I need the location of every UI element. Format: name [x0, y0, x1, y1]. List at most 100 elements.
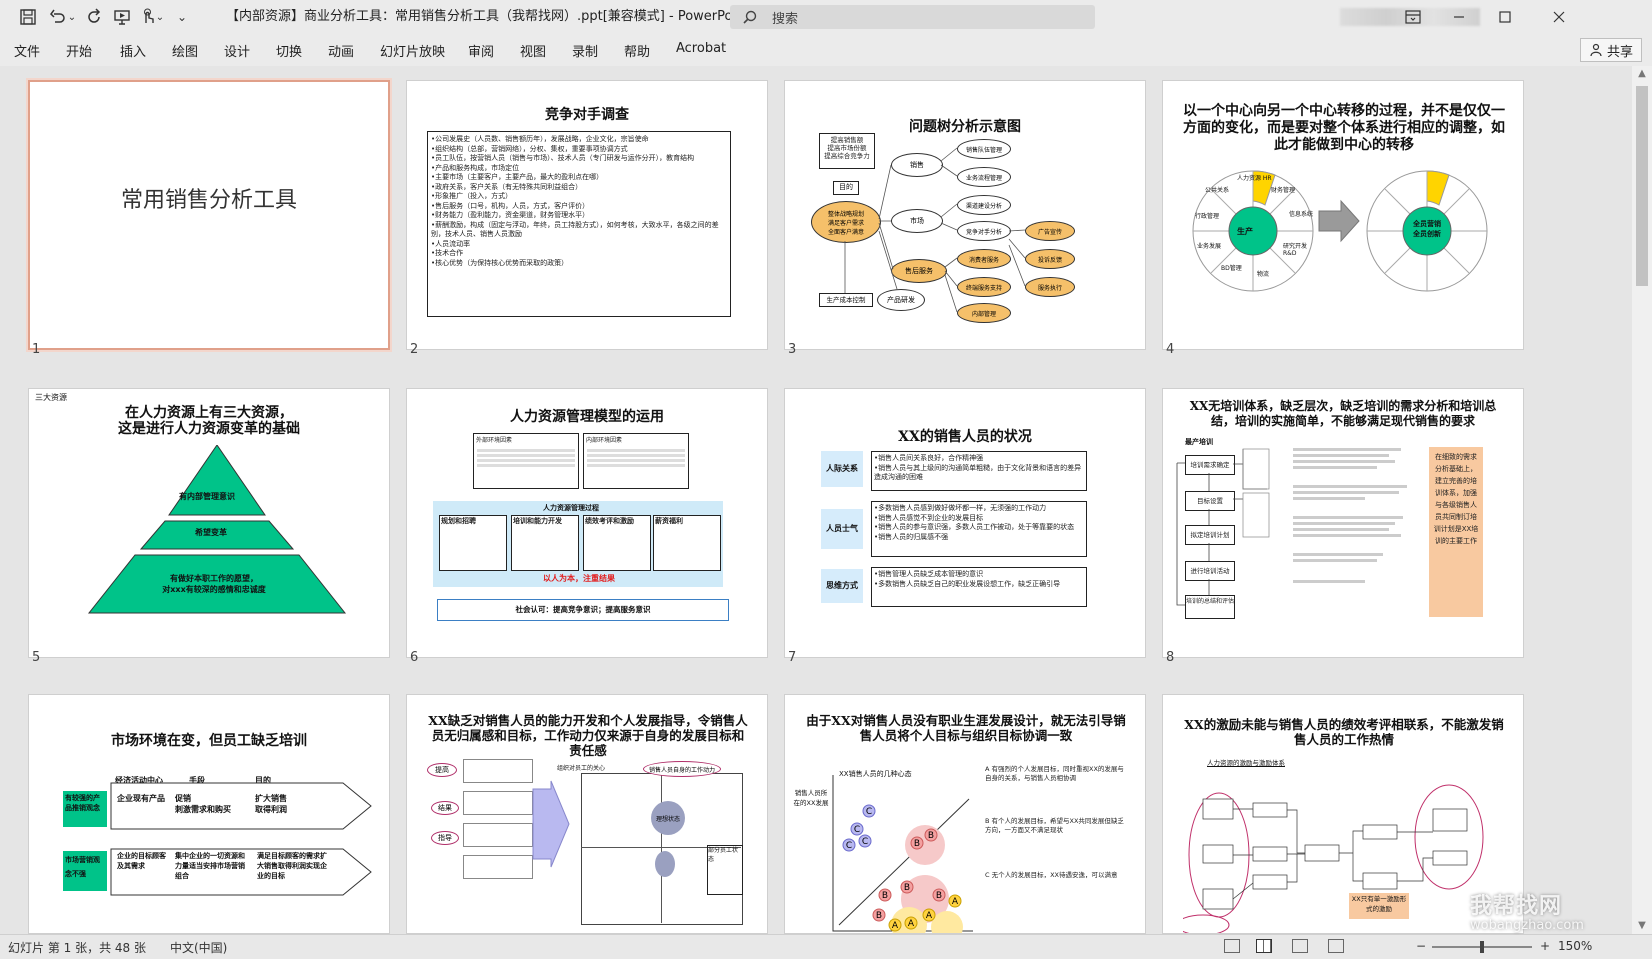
zoom-in-icon[interactable]: + — [1540, 939, 1550, 953]
tab-home[interactable]: 开始 — [66, 41, 92, 60]
tab-review[interactable]: 审阅 — [468, 41, 494, 60]
tab-animations[interactable]: 动画 — [328, 41, 354, 60]
slide-6-slogan: 以人为本，注重结果 — [543, 574, 615, 583]
slide-2-line: •主要市场（主要客户，主要产品，最大的盈利点在哪） — [431, 173, 604, 181]
minimize-icon[interactable] — [1436, 0, 1482, 34]
slide-9-r2: 满足目标顾客的需求扩大销售取得利润实现企业的目标 — [257, 852, 327, 880]
watermark-logo: 我帮找网 wobangzhao.com — [1470, 888, 1630, 938]
ribbon-display-options-icon[interactable] — [1390, 0, 1436, 34]
language-indicator[interactable]: 中文(中国) — [170, 939, 227, 956]
slide-number-5: 5 — [32, 650, 41, 665]
slide-thumbnail-2[interactable]: 竞争对手调查 •公司发展史（人员数、销售额历年），发展战略，企业文化，宗旨使命 … — [406, 80, 768, 350]
slide-9-r1: 企业现有产品 — [117, 794, 165, 803]
touch-dropdown-icon[interactable]: ⌄ — [154, 0, 166, 34]
customize-toolbar-icon[interactable]: ⌄ — [172, 0, 192, 34]
tab-design[interactable]: 设计 — [224, 41, 250, 60]
tab-record[interactable]: 录制 — [572, 41, 598, 60]
slide-9-tag-1: 有较强的产品推销观念 — [63, 791, 107, 827]
slide-11-note-a: A 有强烈的个人发展目标，同时重视XX的发展与自身的关系，与销售人员相协调 — [985, 765, 1124, 782]
watermark-brand: 我帮找网 — [1470, 894, 1563, 919]
slide-12-title: XX的激励未能与销售人员的绩效考评相联系，不能激发销售人员的工作热情 — [1184, 717, 1504, 747]
slide-10-part-bubble — [655, 851, 675, 877]
slide-thumbnail-11[interactable]: 由于XX对销售人员没有职业生涯发展设计，就无法引导销售人员将个人目标与组织目标协… — [784, 694, 1146, 934]
slide-thumbnail-5[interactable]: 三大资源 在人力资源上有三大资源， 这是进行人力资源变革的基础 有内部管理意识 … — [28, 388, 390, 658]
zoom-level[interactable]: 150% — [1558, 939, 1592, 953]
zoom-out-icon[interactable]: − — [1416, 939, 1426, 953]
maximize-icon[interactable] — [1482, 0, 1528, 34]
scroll-down-icon[interactable]: ▼ — [1632, 918, 1652, 934]
share-button[interactable]: 共享 — [1579, 38, 1642, 62]
slide-9-r2: 企业的目标顾客及其需求 — [117, 852, 166, 870]
close-icon[interactable] — [1536, 0, 1582, 34]
slide-6-bottom-box: 社会认可：提高竞争意识；提高服务意识 — [437, 599, 729, 621]
slide-thumbnail-8[interactable]: XX无培训体系，缺乏层次，缺乏培训的需求分析和培训总结，培训的实施简单，不能够满… — [1162, 388, 1524, 658]
slide-4-seg: 财务管理 — [1271, 187, 1296, 194]
slide-11-scatter: C C C C B B B B B B A A A A — [832, 775, 973, 933]
slide-10-note: 部分员工状态 — [707, 845, 743, 895]
slide-sorter: 常用销售分析工具 1 竞争对手调查 •公司发展史（人员数、销售额历年），发展战略… — [0, 66, 1632, 934]
reading-view-icon[interactable] — [1292, 939, 1308, 953]
slide-7-row-text: •销售管理人员缺乏成本管理的意识 •多数销售人员缺乏自己的职业发展设想工作，缺乏… — [871, 567, 1087, 607]
slide-2-line: •核心优势（为保持核心优势而采取的政策） — [431, 258, 569, 267]
slide-2-line: •人员流动率 — [431, 239, 471, 248]
slide-4-arrow — [1318, 199, 1360, 243]
svg-text:B: B — [928, 831, 934, 841]
slide-6-internal-title: 内部环境因素 — [586, 437, 623, 444]
slide-number-6: 6 — [410, 650, 419, 665]
scroll-up-icon[interactable]: ▲ — [1632, 66, 1652, 82]
slide-sorter-view-icon[interactable] — [1256, 939, 1272, 953]
tab-help[interactable]: 帮助 — [624, 41, 650, 60]
slide-thumbnail-4[interactable]: 以一个中心向另一个中心转移的过程，并不是仅仅一方面的变化，而是要对整个体系进行相… — [1162, 80, 1524, 350]
tab-transitions[interactable]: 切换 — [276, 41, 302, 60]
svg-text:A: A — [926, 911, 933, 921]
slide-7-tag: 人员士气 — [821, 509, 863, 549]
slide-thumbnail-1[interactable]: 常用销售分析工具 — [28, 80, 390, 350]
search-box[interactable]: 搜索 — [730, 5, 1095, 29]
tab-slideshow[interactable]: 幻灯片放映 — [380, 41, 445, 60]
zoom-slider-knob[interactable] — [1480, 941, 1484, 953]
slide-6-internal-box: 内部环境因素 — [583, 433, 689, 489]
slide-7-row-text: •多数销售人员感到做好做坏都一样，无须强的工作动力 •销售人员感觉不到企业的发展… — [871, 501, 1087, 557]
save-icon[interactable] — [14, 0, 42, 34]
tab-acrobat[interactable]: Acrobat — [676, 41, 726, 56]
slide-thumbnail-6[interactable]: 人力资源管理模型的运用 外部环境因素 内部环境因素 人力资源管理过程 规划和招聘… — [406, 388, 768, 658]
tab-file[interactable]: 文件 — [14, 41, 40, 60]
slide-number-8: 8 — [1166, 650, 1175, 665]
slide-5-corner-label: 三大资源 — [35, 393, 67, 402]
tab-draw[interactable]: 绘图 — [172, 41, 198, 60]
slide-2-line: •薪酬激励，构成（固定与浮动，年终，员工持股方式），如何考核，大致水平，各级之间… — [431, 220, 719, 239]
slide-4-seg: BD管理 — [1221, 265, 1242, 272]
slide-2-line: •员工队伍，按营销人员（销售与市场）、技术人员（专门研发与运作分开），教育结构 — [431, 154, 695, 162]
vertical-scrollbar[interactable]: ▲ ▼ — [1632, 66, 1652, 934]
slide-2-title: 竞争对手调查 — [545, 107, 629, 123]
svg-text:C: C — [866, 807, 872, 817]
slide-thumbnail-7[interactable]: XX的销售人员的状况 人际关系 •销售人员间关系良好，合作精神强 •销售人员与其… — [784, 388, 1146, 658]
svg-text:C: C — [862, 837, 868, 847]
svg-text:A: A — [952, 897, 959, 907]
slide-thumbnail-10[interactable]: XX缺乏对销售人员的能力开发和个人发展指导，令销售人员无归属感和目标，工作动力仅… — [406, 694, 768, 934]
slideshow-view-icon[interactable] — [1328, 939, 1344, 953]
tab-view[interactable]: 视图 — [520, 41, 546, 60]
slide-7-tag: 人际关系 — [821, 451, 863, 487]
slide-6-col: 绩效考评和激励 — [583, 515, 651, 571]
search-icon — [742, 9, 766, 25]
slide-12-note: XX只有单一激励形式的激励 — [1349, 893, 1409, 919]
start-presentation-icon[interactable] — [108, 0, 136, 34]
redo-icon[interactable] — [80, 0, 108, 34]
slide-thumbnail-9[interactable]: 市场环境在变，但员工缺乏培训 经济活动中心 手段 目的 企业现有产品 促销 刺激… — [28, 694, 390, 934]
slide-thumbnail-3[interactable]: 问题树分析示意图 提高销售额 提高市场份额 提高综合竞争力 目的 整体战略规划 … — [784, 80, 1146, 350]
slide-10-text-rows — [463, 759, 533, 879]
normal-view-icon[interactable] — [1224, 939, 1240, 953]
slide-10-matrix-v — [661, 773, 662, 923]
slide-11-note-b: B 有个人的发展目标，希望与XX共同发展但缺乏方向，一方面又不满足现状 — [985, 817, 1124, 834]
scrollbar-thumb[interactable] — [1636, 86, 1648, 286]
tab-insert[interactable]: 插入 — [120, 41, 146, 60]
slide-6-external-title: 外部环境因素 — [476, 437, 513, 444]
slide-10-mid-label: 销售人员自身的工作动力 — [643, 761, 721, 777]
slide-5-title: 在人力资源上有三大资源， 这是进行人力资源变革的基础 — [118, 405, 300, 437]
slide-10-label: 提高 — [427, 763, 457, 777]
svg-text:A: A — [908, 919, 915, 929]
slide-4-seg: 公共关系 — [1205, 187, 1230, 194]
slide-6-col: 规划和招聘 — [439, 515, 507, 571]
undo-dropdown-icon[interactable]: ⌄ — [66, 0, 78, 34]
